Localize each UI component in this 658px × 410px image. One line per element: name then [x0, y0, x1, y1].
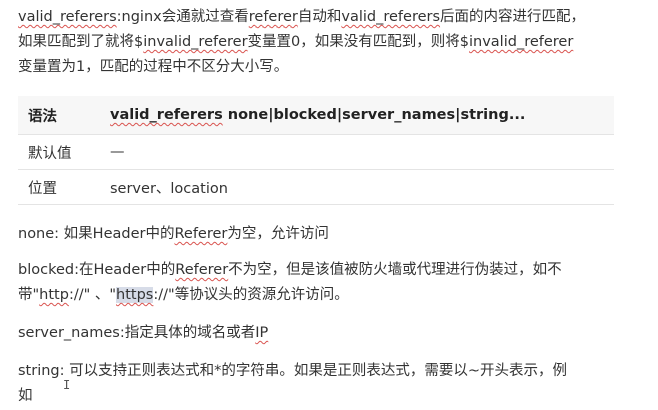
table-cell-value: server、location [100, 169, 614, 205]
desc-text: 带" [18, 287, 40, 303]
desc-blocked: blocked:在Header中的Referer不为空，但是该值被防火墙或代理进… [18, 258, 630, 308]
table-cell-value: — [100, 134, 614, 170]
desc-text: blocked:在Header中的 [18, 262, 176, 278]
directive-table: 语法 valid_referers none|blocked|server_na… [18, 96, 614, 205]
desc-server-names: server_names:指定具体的域名或者IP [18, 321, 630, 346]
desc-string: string: 可以支持正则表达式和*的字符串。如果是正则表达式，需要以~开头表… [18, 359, 630, 409]
intro-paragraph: valid_referers:nginx会通就过查看referer自动和vali… [18, 5, 630, 80]
intro-text: 自动和 [297, 9, 342, 25]
desc-term: Referer [175, 262, 229, 278]
desc-text: ://" 、" [68, 287, 117, 303]
desc-term: Referer [174, 226, 228, 242]
desc-text: server_names:指定具体的域名或者 [18, 325, 256, 341]
intro-text: 变量置为1，匹配的过程中不区分大小写。 [18, 59, 289, 75]
intro-text: 如果匹配到了就将$ [18, 34, 144, 50]
syntax-term: valid_referers [110, 107, 223, 123]
intro-term: invalid_referer [469, 34, 574, 50]
intro-term: invalid_referer [143, 34, 248, 50]
desc-text: none: 如果Header中的 [18, 226, 175, 242]
desc-text: string: 可以支持正则表达式和*的字符串。如果是正则表达式，需要以~开头表… [18, 363, 568, 379]
table-cell-key: 默认值 [18, 134, 100, 170]
table-header-value: valid_referers none|blocked|server_names… [100, 96, 614, 135]
desc-term-highlighted: https [116, 287, 154, 303]
table-row: 默认值 — [18, 134, 614, 170]
desc-text: 不为空，但是该值被防火墙或代理进行伪装过，如不 [228, 262, 562, 278]
intro-text: 变量置0，如果没有匹配到，则将$ [247, 34, 469, 50]
desc-text: 为空，允许访问 [227, 226, 329, 242]
syntax-options: none|blocked|server_names|string... [222, 107, 526, 123]
desc-none: none: 如果Header中的Referer为空，允许访问 [18, 222, 630, 247]
desc-text: ://"等协议头的资源允许访问。 [153, 287, 349, 303]
table-row: 位置 server、location [18, 169, 614, 205]
desc-term: http [39, 287, 69, 303]
intro-text: 后面的内容进行匹配， [440, 9, 586, 25]
text-cursor-icon: I [63, 378, 71, 392]
desc-term: IP [255, 325, 269, 341]
table-cell-key: 位置 [18, 169, 100, 205]
intro-text: :nginx会通就过查看 [116, 9, 249, 25]
intro-term: valid_referers [341, 9, 441, 25]
desc-text: 如 [18, 388, 33, 404]
table-header-row: 语法 valid_referers none|blocked|server_na… [18, 96, 614, 135]
intro-term: valid_referers [18, 9, 117, 25]
intro-term: referer [248, 9, 298, 25]
table-header-key: 语法 [18, 96, 100, 135]
